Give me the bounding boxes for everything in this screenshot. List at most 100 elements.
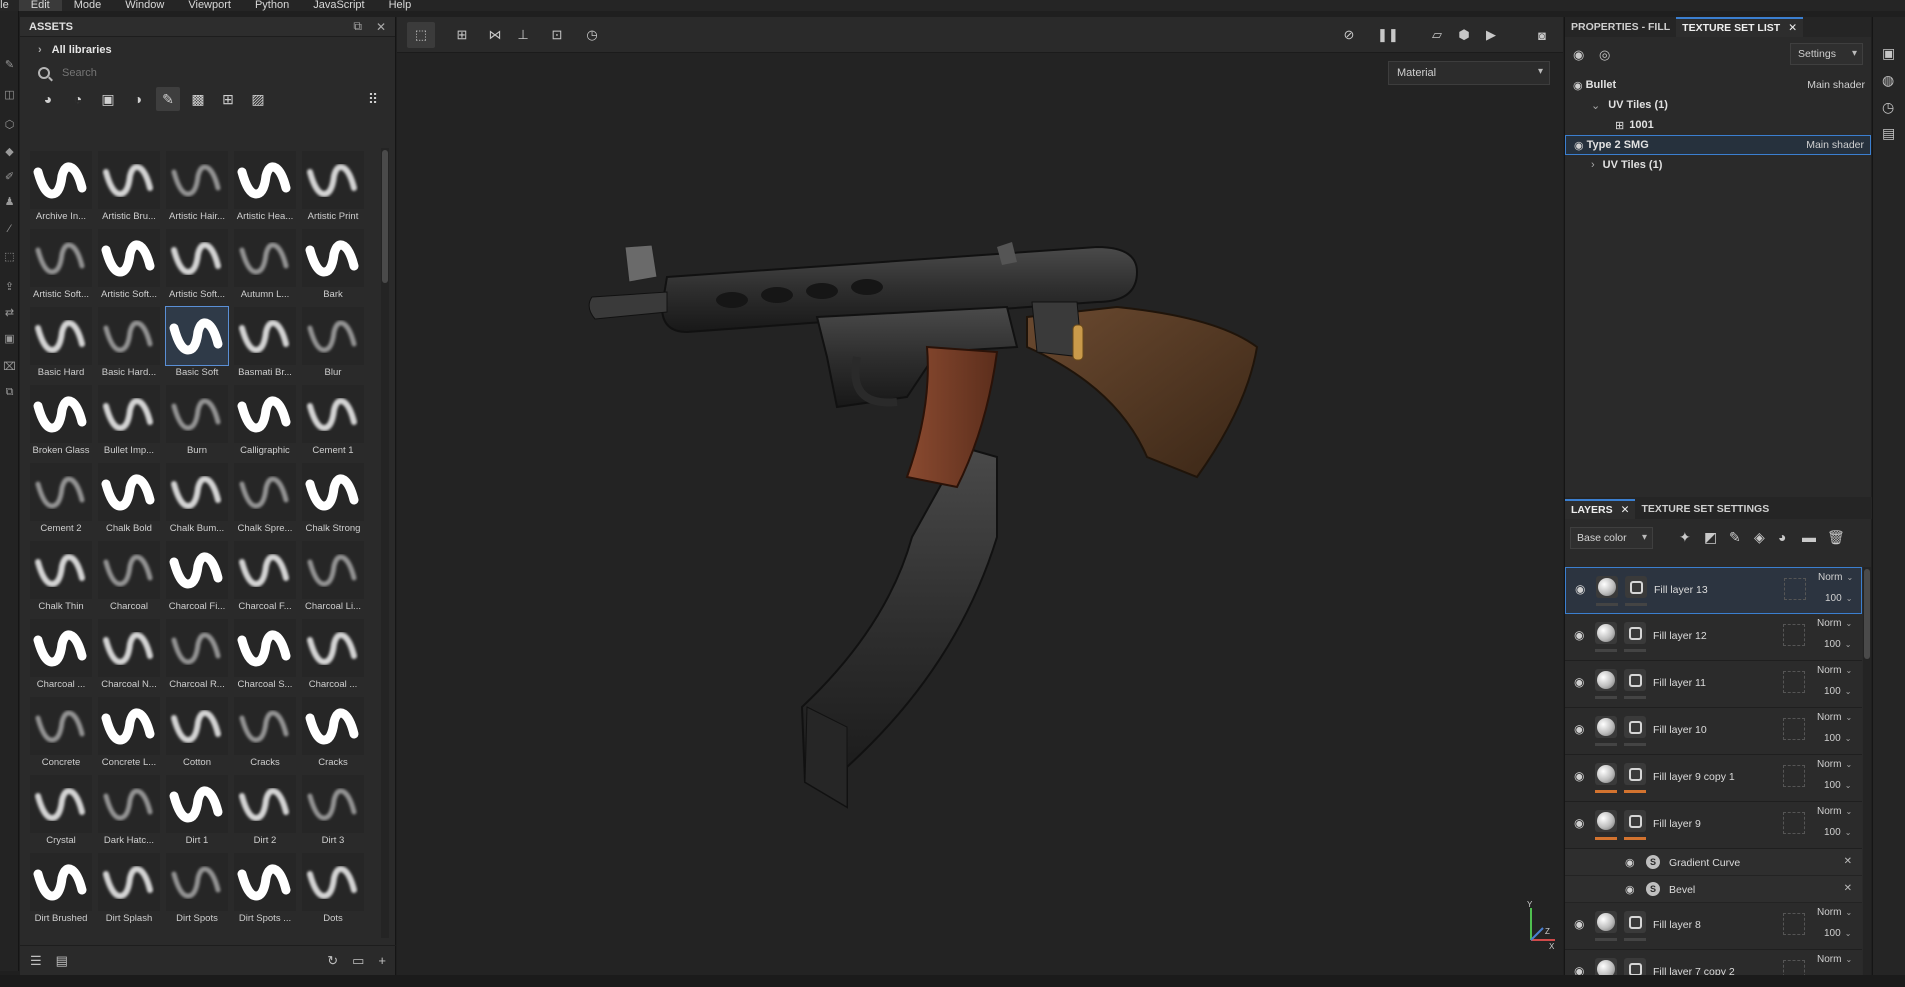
layer-geometry-mask[interactable] xyxy=(1783,671,1805,693)
eye-icon[interactable]: ◉ xyxy=(1574,675,1584,689)
close-icon[interactable]: ✕ xyxy=(376,20,386,34)
mask-filter-icon[interactable]: ◑ xyxy=(126,87,150,111)
eye-icon[interactable]: ◉ xyxy=(1574,722,1584,736)
blend-mode-select[interactable]: Norm ⌄ xyxy=(1817,907,1852,918)
grid-icon[interactable]: ⊞ xyxy=(452,25,472,45)
viewport-3d[interactable]: ⬚ ⊞ ⋈ ⊥ ⊡ ◷ ⊘ ❚❚ ▱ ⬢ ▶ ◙ Material ▾ Y Z … xyxy=(397,17,1563,975)
layer-geometry-mask[interactable] xyxy=(1783,812,1805,834)
clone-icon[interactable]: ♟ xyxy=(3,196,16,209)
fill-thumbnail[interactable] xyxy=(1595,911,1617,933)
channel-select[interactable]: Base color ▾ xyxy=(1570,527,1653,549)
layer-name[interactable]: Fill layer 10 xyxy=(1653,724,1707,736)
asset-item[interactable]: Artistic Hea... xyxy=(231,148,299,226)
layer-geometry-mask[interactable] xyxy=(1783,718,1805,740)
log-icon[interactable]: ▤ xyxy=(1882,125,1895,142)
menu-python[interactable]: Python xyxy=(243,0,301,11)
asset-item[interactable]: Chalk Strong xyxy=(299,460,367,538)
asset-item[interactable]: Dirt 2 xyxy=(231,772,299,850)
layer-name[interactable]: Fill layer 13 xyxy=(1654,584,1708,596)
layer-geometry-mask[interactable] xyxy=(1783,960,1805,975)
eye-icon[interactable]: ◉ xyxy=(1574,917,1584,931)
asset-item[interactable]: Dirt 3 xyxy=(299,772,367,850)
paint-brush-icon[interactable]: ✎ xyxy=(3,59,16,72)
selection-icon[interactable]: ⬚ xyxy=(3,251,16,264)
layer-name[interactable]: Fill layer 9 copy 1 xyxy=(1653,771,1735,783)
eye-icon[interactable]: ◉ xyxy=(1574,816,1584,830)
add-mask-icon[interactable]: ◩ xyxy=(1704,529,1717,546)
asset-item[interactable]: Dark Hatc... xyxy=(95,772,163,850)
menu-edit[interactable]: Edit xyxy=(18,0,62,11)
asset-item[interactable]: Bullet Imp... xyxy=(95,382,163,460)
eye-icon[interactable]: ◉ xyxy=(1574,769,1584,783)
focus-icon[interactable]: ⊡ xyxy=(547,25,567,45)
delete-icon[interactable]: 🗑 xyxy=(1827,529,1845,546)
asset-item[interactable]: Cracks xyxy=(299,694,367,772)
blend-mode-select[interactable]: Norm ⌄ xyxy=(1817,806,1852,817)
add-smart-material-icon[interactable]: ◕ xyxy=(1778,529,1786,545)
blend-mode-select[interactable]: Norm ⌄ xyxy=(1817,759,1852,770)
asset-item[interactable]: Basmati Br... xyxy=(231,304,299,382)
layer-name[interactable]: Fill layer 8 xyxy=(1653,919,1701,931)
smart-material-filter-icon[interactable]: ◔ xyxy=(66,87,90,111)
texture-set-bullet[interactable]: ◉ Bullet Main shader xyxy=(1565,75,1871,95)
grid-filter-icon[interactable]: ⊞ xyxy=(216,87,240,111)
tab-texture-set-list[interactable]: TEXTURE SET LIST ✕ xyxy=(1676,17,1803,37)
menu-mode[interactable]: Mode xyxy=(62,0,114,11)
fill-thumbnail[interactable] xyxy=(1596,576,1618,598)
view-mode-icon[interactable]: ⠿ xyxy=(361,87,385,111)
asset-item[interactable]: Artistic Hair... xyxy=(163,148,231,226)
asset-item[interactable]: Artistic Print xyxy=(299,148,367,226)
layer-effect[interactable]: ◉ S Bevel ✕ xyxy=(1565,876,1862,903)
alpha-filter-icon[interactable]: ▩ xyxy=(186,87,210,111)
blend-mode-select[interactable]: Norm ⌄ xyxy=(1817,712,1852,723)
tab-properties-fill[interactable]: PROPERTIES - FILL xyxy=(1565,17,1676,37)
layer-row[interactable]: ◉ Fill layer 12 Norm ⌄ 100 ⌄ xyxy=(1565,614,1862,661)
layer-mask-thumbnail[interactable] xyxy=(1624,669,1646,691)
eye-icon[interactable]: ◎ xyxy=(1599,47,1610,63)
layer-name[interactable]: Fill layer 11 xyxy=(1653,677,1706,689)
selection-mode-icon[interactable]: ⬚ xyxy=(407,22,435,48)
shader-label[interactable]: Main shader xyxy=(1806,139,1864,151)
layer-row[interactable]: ◉Fill layer 7 copy 2Norm⌄100⌄ xyxy=(1565,950,1862,975)
texture-filter-icon[interactable]: ▣ xyxy=(96,87,120,111)
asset-item[interactable]: Charcoal R... xyxy=(163,616,231,694)
camera-icon[interactable]: ▶ xyxy=(1481,25,1501,45)
layer-mask-thumbnail[interactable] xyxy=(1624,763,1646,785)
opacity-field[interactable]: 100 ⌄ xyxy=(1824,686,1851,697)
add-folder-icon[interactable]: ▬ xyxy=(1802,529,1816,545)
asset-item[interactable]: Concrete L... xyxy=(95,694,163,772)
eye-icon[interactable]: ◉ xyxy=(1574,628,1584,642)
display-settings-icon[interactable]: ◍ xyxy=(1882,72,1894,89)
layer-geometry-mask[interactable] xyxy=(1783,913,1805,935)
brush-filter-icon[interactable]: ✎ xyxy=(156,87,180,111)
projection-icon[interactable]: ⬡ xyxy=(3,119,16,132)
fill-thumbnail[interactable] xyxy=(1595,669,1617,691)
uv-tiles-group[interactable]: ⌄ UV Tiles (1) xyxy=(1565,95,1871,115)
eye-icon[interactable]: ◉ xyxy=(1573,79,1583,92)
cube-view-icon[interactable]: ⬢ xyxy=(1454,25,1474,45)
layer-mask-thumbnail[interactable] xyxy=(1624,622,1646,644)
eraser-icon[interactable]: ◫ xyxy=(3,89,16,102)
layer-geometry-mask[interactable] xyxy=(1783,765,1805,787)
eye-icon[interactable]: ◉ xyxy=(1574,964,1584,975)
geometry-icon[interactable]: ◆ xyxy=(3,146,16,159)
sort-icon[interactable]: ▤ xyxy=(56,953,68,969)
material-mode-select[interactable]: Material ▾ xyxy=(1388,61,1550,85)
layer-mask-thumbnail[interactable] xyxy=(1624,958,1646,975)
asset-item[interactable]: Dirt Spots ... xyxy=(231,850,299,928)
asset-item[interactable]: Cement 2 xyxy=(27,460,95,538)
asset-item[interactable]: Cotton xyxy=(163,694,231,772)
float-icon[interactable]: ⧉ xyxy=(353,19,362,34)
bake-icon[interactable]: ⇪ xyxy=(3,281,16,294)
asset-item[interactable]: Artistic Soft... xyxy=(27,226,95,304)
asset-item[interactable]: Charcoal N... xyxy=(95,616,163,694)
cube-icon[interactable]: ▣ xyxy=(3,333,16,346)
layer-mask-thumbnail[interactable] xyxy=(1625,576,1647,598)
menu-file[interactable]: File xyxy=(0,0,19,11)
eye-icon[interactable]: ◉ xyxy=(1575,582,1585,596)
hide-icon[interactable]: ⊘ xyxy=(1339,25,1359,45)
asset-item[interactable]: Basic Hard... xyxy=(95,304,163,382)
layer-row[interactable]: ◉ Fill layer 8 Norm ⌄ 100 ⌄ xyxy=(1565,903,1862,950)
asset-item[interactable]: Crystal xyxy=(27,772,95,850)
material-filter-icon[interactable]: ◕ xyxy=(36,87,60,111)
